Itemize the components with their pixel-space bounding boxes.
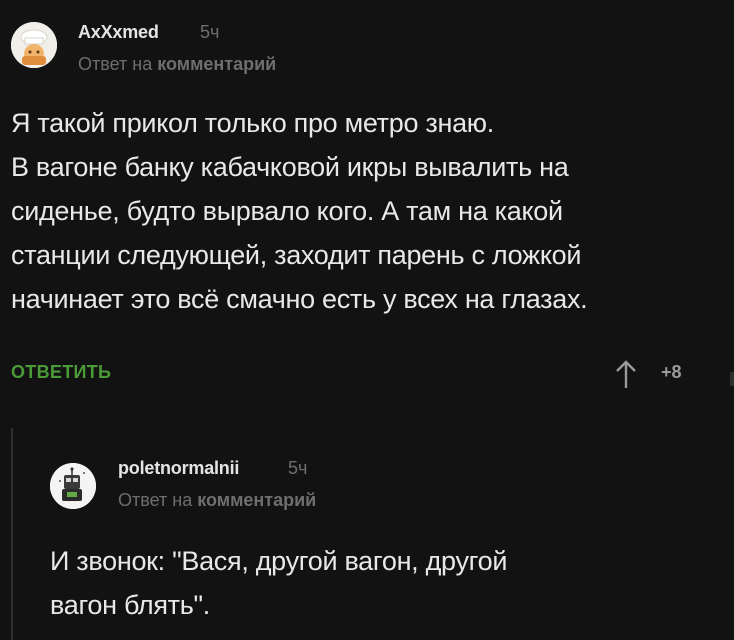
avatar[interactable]: [11, 22, 57, 68]
reply-to-link[interactable]: комментарий: [197, 490, 316, 510]
reply-to-prefix: Ответ на: [118, 490, 193, 510]
comment-line: вагон блять".: [50, 590, 210, 620]
reply-to-info: Ответ на комментарий: [118, 490, 316, 511]
comment-line: Я такой прикол только про метро знаю.: [11, 108, 494, 138]
robot-avatar-icon: [50, 463, 96, 509]
comment-line: И звонок: "Вася, другой вагон, другой: [50, 546, 508, 576]
arrow-up-icon: [616, 360, 636, 388]
divider: [730, 372, 734, 386]
comment-author[interactable]: poletnormalnii: [118, 458, 239, 479]
reply-to-link[interactable]: комментарий: [157, 54, 276, 74]
comment-time: 5ч: [288, 458, 308, 478]
comment-rating: +8: [661, 362, 682, 382]
avatar[interactable]: [50, 463, 96, 509]
comment-line: станции следующей, заходит парень с ложк…: [11, 240, 582, 270]
upvote-button[interactable]: [613, 358, 639, 390]
chef-avatar-icon: [11, 22, 57, 68]
reply-to-info: Ответ на комментарий: [78, 54, 276, 75]
comment-body: И звонок: "Вася, другой вагон, другой ва…: [50, 539, 507, 627]
comment-line: начинает это всё смачно есть у всех на г…: [11, 284, 588, 314]
comment-line: сиденье, будто вырвало кого. А там на ка…: [11, 196, 563, 226]
reply-button[interactable]: ОТВЕТИТЬ: [11, 362, 111, 383]
comment-author[interactable]: AxXxmed: [78, 22, 159, 43]
comment-time: 5ч: [200, 22, 220, 42]
thread-line[interactable]: [11, 428, 13, 640]
comment-body: Я такой прикол только про метро знаю. В …: [11, 101, 588, 321]
comment-line: В вагоне банку кабачковой икры вывалить …: [11, 152, 569, 182]
reply-to-prefix: Ответ на: [78, 54, 153, 74]
